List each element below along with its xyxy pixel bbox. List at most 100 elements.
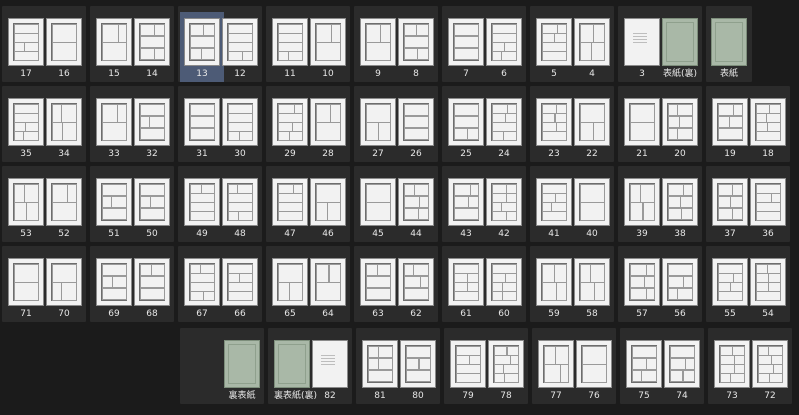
page-slot[interactable]: 74 [664, 340, 700, 402]
page-slot[interactable]: 51 [96, 178, 132, 240]
page-spread[interactable]: 47 46 [266, 166, 350, 242]
page-spread[interactable]: 59 58 [530, 246, 614, 322]
cover-page-thumbnail[interactable] [224, 340, 260, 388]
page-slot[interactable]: 56 [662, 258, 698, 320]
page-thumbnail[interactable] [712, 258, 748, 306]
page-slot[interactable]: 47 [272, 178, 308, 240]
page-slot[interactable]: 17 [8, 18, 44, 80]
page-slot[interactable]: 12 [222, 18, 258, 80]
page-thumbnail[interactable] [450, 340, 486, 388]
page-spread[interactable]: 77 76 [532, 328, 616, 404]
page-thumbnail[interactable] [360, 18, 396, 66]
page-slot[interactable]: 71 [8, 258, 44, 320]
page-slot[interactable]: 42 [486, 178, 522, 240]
page-slot[interactable]: 55 [712, 258, 748, 320]
page-spread[interactable]: 54 [530, 6, 614, 82]
page-thumbnail[interactable] [272, 98, 308, 146]
page-slot[interactable]: 64 [310, 258, 346, 320]
page-thumbnail[interactable] [8, 18, 44, 66]
page-thumbnail[interactable] [536, 18, 572, 66]
page-spread[interactable]: 63 62 [354, 246, 438, 322]
page-slot[interactable]: 11 [272, 18, 308, 80]
page-slot[interactable]: 48 [222, 178, 258, 240]
page-thumbnail[interactable] [398, 98, 434, 146]
page-slot[interactable]: 6 [486, 18, 522, 80]
page-slot[interactable]: 69 [96, 258, 132, 320]
page-thumbnail[interactable] [184, 178, 220, 226]
page-thumbnail[interactable] [360, 258, 396, 306]
page-thumbnail[interactable] [272, 178, 308, 226]
page-slot[interactable]: 18 [750, 98, 786, 160]
page-thumbnail[interactable] [96, 178, 132, 226]
page-spread[interactable]: 25 24 [442, 86, 526, 162]
page-thumbnail[interactable] [310, 258, 346, 306]
page-slot[interactable]: 73 [714, 340, 750, 402]
page-slot[interactable]: 8 [398, 18, 434, 80]
page-spread[interactable]: 35 34 [2, 86, 86, 162]
page-thumbnail[interactable] [750, 98, 786, 146]
page-thumbnail[interactable] [574, 18, 610, 66]
page-spread[interactable]: 67 66 [178, 246, 262, 322]
page-slot[interactable]: 4 [574, 18, 610, 80]
page-thumbnail[interactable] [574, 98, 610, 146]
page-thumbnail[interactable] [222, 178, 258, 226]
page-thumbnail[interactable] [574, 258, 610, 306]
page-spread[interactable]: 41 40 [530, 166, 614, 242]
page-spread[interactable]: 13 12 [178, 6, 262, 82]
page-slot[interactable]: 40 [574, 178, 610, 240]
page-thumbnail[interactable] [184, 258, 220, 306]
page-thumbnail[interactable] [222, 18, 258, 66]
page-slot[interactable]: 23 [536, 98, 572, 160]
page-thumbnail[interactable] [486, 98, 522, 146]
page-thumbnail[interactable] [272, 18, 308, 66]
page-slot[interactable]: 39 [624, 178, 660, 240]
page-thumbnail[interactable] [448, 178, 484, 226]
page-slot[interactable]: 52 [46, 178, 82, 240]
page-thumbnail[interactable] [8, 258, 44, 306]
page-thumbnail[interactable] [46, 178, 82, 226]
page-slot[interactable]: 32 [134, 98, 170, 160]
page-thumbnail[interactable] [662, 98, 698, 146]
page-slot[interactable]: 50 [134, 178, 170, 240]
page-slot[interactable]: 63 [360, 258, 396, 320]
page-slot[interactable]: 7 [448, 18, 484, 80]
page-thumbnail[interactable] [624, 18, 660, 66]
page-slot[interactable]: 9 [360, 18, 396, 80]
page-slot[interactable]: 10 [310, 18, 346, 80]
page-slot[interactable]: 45 [360, 178, 396, 240]
page-thumbnail[interactable] [46, 98, 82, 146]
page-spread[interactable]: 33 32 [90, 86, 174, 162]
page-thumbnail[interactable] [714, 340, 750, 388]
page-slot[interactable]: 61 [448, 258, 484, 320]
page-slot[interactable]: 57 [624, 258, 660, 320]
page-thumbnail[interactable] [536, 98, 572, 146]
page-slot[interactable]: 58 [574, 258, 610, 320]
page-thumbnail[interactable] [664, 340, 700, 388]
page-spread[interactable]: 27 26 [354, 86, 438, 162]
page-thumbnail[interactable] [222, 258, 258, 306]
page-slot[interactable]: 59 [536, 258, 572, 320]
page-thumbnail[interactable] [712, 178, 748, 226]
page-slot[interactable]: 裏表紙 [224, 340, 260, 402]
page-slot[interactable]: 70 [46, 258, 82, 320]
page-thumbnail[interactable] [96, 18, 132, 66]
page-thumbnail[interactable] [310, 18, 346, 66]
page-thumbnail[interactable] [486, 178, 522, 226]
page-slot[interactable]: 5 [536, 18, 572, 80]
page-spread[interactable]: 17 16 [2, 6, 86, 82]
page-slot[interactable]: 20 [662, 98, 698, 160]
page-slot[interactable]: 67 [184, 258, 220, 320]
page-thumbnail[interactable] [96, 258, 132, 306]
page-thumbnail[interactable] [574, 178, 610, 226]
cover-page-thumbnail[interactable] [711, 18, 747, 66]
page-thumbnail[interactable] [624, 178, 660, 226]
page-thumbnail[interactable] [362, 340, 398, 388]
page-spread[interactable]: 15 14 [90, 6, 174, 82]
page-thumbnail[interactable] [488, 340, 524, 388]
page-thumbnail[interactable] [536, 178, 572, 226]
page-slot[interactable]: 78 [488, 340, 524, 402]
page-slot[interactable]: 3 [624, 18, 660, 80]
page-thumbnail[interactable] [134, 18, 170, 66]
page-slot[interactable]: 38 [662, 178, 698, 240]
page-thumbnail[interactable] [624, 258, 660, 306]
